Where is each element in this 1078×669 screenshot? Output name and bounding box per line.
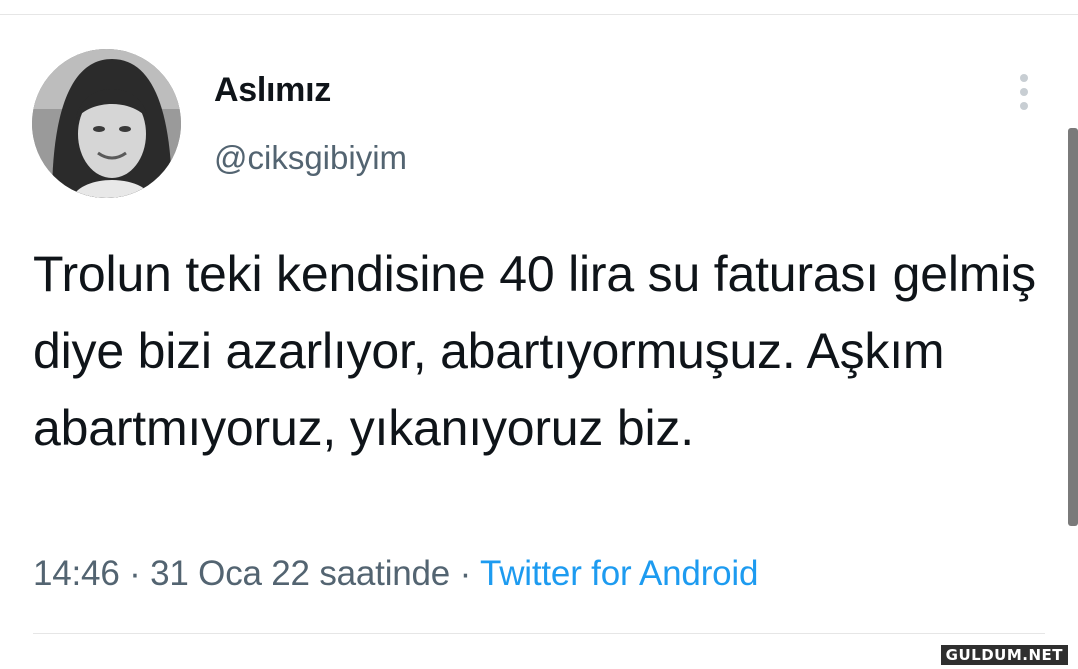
meta-separator: · <box>129 554 141 593</box>
avatar-photo <box>32 49 181 198</box>
watermark-logo: GULDUM.NET <box>940 645 1068 665</box>
bottom-divider <box>33 633 1045 634</box>
avatar[interactable] <box>32 49 181 198</box>
more-vertical-icon <box>1020 74 1028 82</box>
tweet-text: Trolun teki kendisine 40 lira su faturas… <box>33 246 1036 456</box>
author-handle[interactable]: @ciksgibiyim <box>214 139 407 177</box>
meta-separator: · <box>459 554 472 593</box>
tweet-date[interactable]: 31 Oca 22 saatinde <box>150 554 450 593</box>
more-vertical-icon <box>1020 102 1028 110</box>
tweet-time[interactable]: 14:46 <box>33 554 120 593</box>
more-options-button[interactable] <box>1008 70 1040 114</box>
tweet-meta: 14:46 · 31 Oca 22 saatinde · Twitter for… <box>33 554 758 594</box>
tweet-source-link[interactable]: Twitter for Android <box>480 554 758 593</box>
more-vertical-icon <box>1020 88 1028 96</box>
author-display-name[interactable]: Aslımız <box>214 71 331 110</box>
scrollbar[interactable] <box>1068 128 1078 526</box>
top-divider <box>0 14 1078 15</box>
